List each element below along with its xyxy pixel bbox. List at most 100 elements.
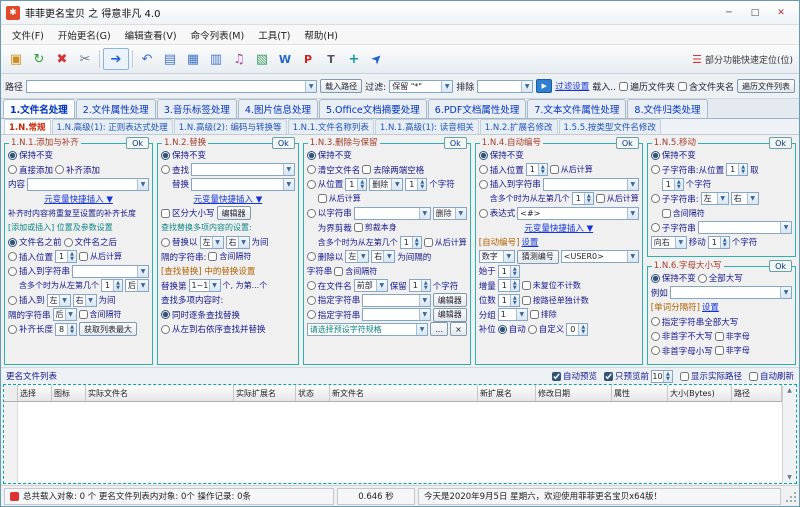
p1-sep-left-combo[interactable]: 左 bbox=[46, 293, 71, 307]
p3-from-end-checkbox[interactable] bbox=[317, 194, 327, 204]
file-list-body[interactable] bbox=[4, 402, 782, 483]
p1-get-max-button[interactable]: 获取列表最大 bbox=[79, 322, 138, 337]
auto-refresh-box[interactable] bbox=[748, 371, 758, 381]
spinner-arrows-icon[interactable] bbox=[719, 236, 729, 248]
spinner-arrows-icon[interactable] bbox=[509, 265, 519, 277]
p2-keep-radio[interactable] bbox=[161, 150, 170, 160]
p1-sep-after-combo[interactable]: 后 bbox=[52, 308, 77, 322]
col-new-ext[interactable]: 新扩展名 bbox=[478, 385, 536, 401]
tab-pdf[interactable]: 6.PDF文档属性处理 bbox=[427, 99, 527, 118]
p3-keep-spinner[interactable]: 1 bbox=[408, 279, 431, 293]
scroll-down-icon[interactable]: ▼ bbox=[787, 474, 792, 481]
p6-spec-upper-radio[interactable] bbox=[650, 317, 660, 327]
col-status[interactable]: 状态 bbox=[296, 385, 330, 401]
p3-del2-combo[interactable]: 删除 bbox=[432, 206, 467, 220]
resize-grip[interactable] bbox=[785, 490, 796, 502]
p4-inc-spinner[interactable]: 1 bbox=[497, 279, 520, 293]
tab-file-attr[interactable]: 2.文件属性处理 bbox=[75, 99, 156, 118]
p6-nonletter1-checkbox[interactable] bbox=[714, 331, 724, 341]
p2-mode1-radio[interactable] bbox=[161, 310, 170, 320]
p4-auto-radio[interactable] bbox=[497, 324, 507, 334]
p4-pos-spinner[interactable]: 1 bbox=[525, 163, 548, 177]
p5-sub1-radio[interactable] bbox=[650, 165, 660, 175]
show-real-path-checkbox[interactable]: 显示实际路径 bbox=[679, 370, 742, 382]
tab-text-attr[interactable]: 7.文本文件属性处理 bbox=[527, 99, 627, 118]
p5-move-spinner[interactable]: 1 bbox=[707, 235, 730, 249]
spinner-arrows-icon[interactable] bbox=[67, 323, 77, 335]
filter-combo[interactable]: 保留 "*" bbox=[389, 79, 454, 93]
menu-view[interactable]: 编辑查看(V) bbox=[119, 27, 183, 43]
panel-delete-keep-ok-button[interactable]: Ok bbox=[443, 137, 467, 149]
p3-clear-radio[interactable] bbox=[306, 165, 316, 175]
start-rename-icon[interactable]: ➔ bbox=[103, 48, 129, 70]
p5-count-spinner[interactable]: 1 bbox=[661, 177, 684, 191]
panel-letter-case-ok-button[interactable]: Ok bbox=[769, 260, 792, 273]
p3-spec1-radio[interactable] bbox=[306, 295, 316, 305]
subtab-regex[interactable]: 1.N.高级(1): 正则表达式处理 bbox=[51, 119, 173, 134]
auto-refresh-checkbox[interactable]: 自动刷新 bbox=[748, 370, 794, 382]
tab-filename[interactable]: 1.文件名处理 bbox=[3, 99, 75, 118]
spinner-arrows-icon[interactable] bbox=[583, 193, 593, 205]
grid-view-icon[interactable]: ▦ bbox=[182, 48, 204, 70]
p4-keep-radio[interactable] bbox=[478, 150, 488, 160]
p2-find-radio[interactable] bbox=[161, 165, 170, 175]
p4-guess-button[interactable]: 猜测编号 bbox=[516, 249, 559, 264]
vertical-scrollbar[interactable]: ▲ ▼ bbox=[782, 385, 796, 483]
p3-from-end2-checkbox[interactable] bbox=[423, 237, 433, 247]
p4-exclude-checkbox[interactable] bbox=[529, 310, 539, 320]
p2-var-insert-link[interactable]: 元变量快捷插入 ▼ bbox=[194, 193, 263, 205]
p4-type-combo[interactable]: 数字 bbox=[478, 250, 515, 264]
p4-from-end2-checkbox[interactable] bbox=[595, 194, 605, 204]
pin-icon[interactable]: ➤ bbox=[361, 43, 392, 74]
p4-multi-spinner[interactable]: 1 bbox=[571, 192, 594, 206]
subtab-general[interactable]: 1.N.常规 bbox=[4, 119, 51, 134]
path-combo[interactable] bbox=[26, 79, 318, 93]
p1-content-combo[interactable] bbox=[27, 177, 149, 191]
p1-pad-len-spinner[interactable]: 8 bbox=[55, 322, 78, 336]
panel-add-pad-ok-button[interactable]: Ok bbox=[126, 137, 149, 149]
spinner-arrows-icon[interactable] bbox=[411, 236, 421, 248]
p5-sub2-radio[interactable] bbox=[650, 194, 660, 204]
p3-del-combo[interactable]: 删除 bbox=[369, 177, 404, 191]
p4-insert-str-radio[interactable] bbox=[478, 179, 488, 189]
p3-clear-preset-button[interactable]: × bbox=[450, 322, 467, 337]
tab-music-tag[interactable]: 3.音乐标签处理 bbox=[156, 99, 237, 118]
p3-editor1-button[interactable]: 编辑器 bbox=[432, 293, 467, 308]
spinner-arrows-icon[interactable] bbox=[509, 294, 519, 306]
load-path-button[interactable]: 载入路径 bbox=[320, 79, 363, 93]
show-real-path-box[interactable] bbox=[679, 371, 689, 381]
p3-editor2-button[interactable]: 编辑器 bbox=[432, 307, 467, 322]
traverse-file-list-button[interactable]: 遍历文件列表 bbox=[737, 79, 795, 93]
tab-office[interactable]: 5.Office文档摘要处理 bbox=[318, 99, 427, 118]
menu-help[interactable]: 帮助(H) bbox=[298, 27, 344, 43]
p4-group-combo[interactable]: 1 bbox=[497, 308, 528, 322]
refresh-icon[interactable]: ↻ bbox=[28, 48, 50, 70]
col-size[interactable]: 大小(Bytes) bbox=[668, 385, 732, 401]
apply-filter-button[interactable]: ▶ bbox=[536, 79, 553, 93]
col-real-ext[interactable]: 实际扩展名 bbox=[234, 385, 296, 401]
panel-auto-number-ok-button[interactable]: Ok bbox=[615, 137, 639, 149]
undo-icon[interactable]: ↶ bbox=[136, 48, 158, 70]
p3-keep-radio[interactable] bbox=[306, 150, 316, 160]
p4-expr-combo[interactable]: <#> bbox=[517, 206, 639, 220]
quick-locate[interactable]: ☰ 部分功能快速定位(位) bbox=[692, 53, 795, 66]
p4-autonum-settings-link[interactable]: 设置 bbox=[521, 236, 538, 248]
subtab-encoding[interactable]: 1.N.高级(2): 编码与转换等 bbox=[173, 119, 287, 134]
p4-expr-radio[interactable] bbox=[478, 208, 488, 218]
p1-include-sep-checkbox[interactable] bbox=[78, 310, 88, 320]
col-icon[interactable]: 图标 bbox=[52, 385, 86, 401]
spinner-arrows-icon[interactable] bbox=[509, 280, 519, 292]
p3-front-combo[interactable]: 前部 bbox=[353, 279, 388, 293]
p3-keep-in-radio[interactable] bbox=[306, 281, 316, 291]
spinner-arrows-icon[interactable] bbox=[113, 280, 122, 292]
p3-preset-combo[interactable]: 请选择预设字符规格 bbox=[306, 322, 429, 336]
scroll-up-icon[interactable]: ▲ bbox=[787, 387, 792, 394]
p1-insert-pos-radio[interactable] bbox=[8, 252, 17, 262]
p6-separator-settings-link[interactable]: 设置 bbox=[702, 301, 719, 313]
office-doc-icon[interactable]: W bbox=[274, 48, 296, 70]
p1-after-combo[interactable]: 后 bbox=[125, 279, 149, 293]
close-button[interactable]: ✕ bbox=[768, 4, 794, 22]
p4-insert-str-combo[interactable] bbox=[542, 177, 639, 191]
include-folder-checkbox[interactable]: 含文件夹名 bbox=[677, 80, 734, 93]
p1-keep-radio[interactable] bbox=[8, 150, 17, 160]
